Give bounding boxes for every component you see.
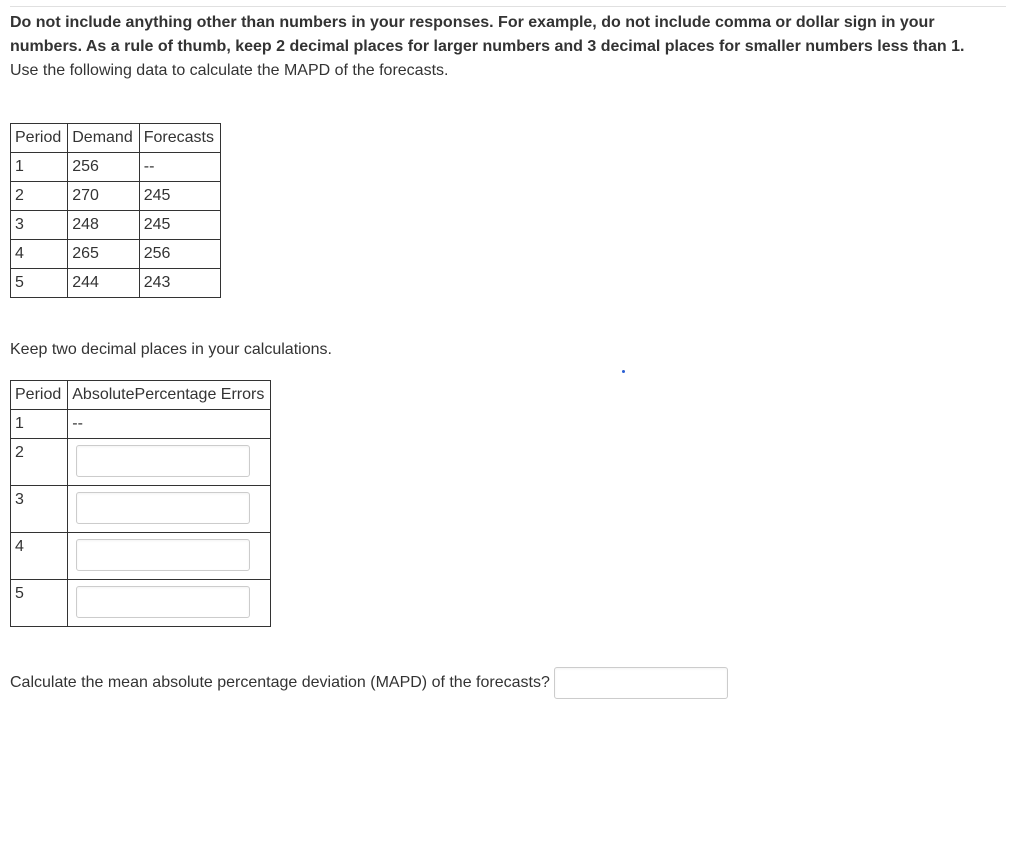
demand-forecast-table: Period Demand Forecasts 1 256 -- 2 270 2… <box>10 123 221 298</box>
table-row: 3 248 245 <box>11 211 221 240</box>
table-row: Period AbsolutePercentage Errors <box>11 381 271 410</box>
question-instructions: Do not include anything other than numbe… <box>10 6 1006 83</box>
mid-instruction: Keep two decimal places in your calculat… <box>10 338 1006 362</box>
instructions-bold: Do not include anything other than numbe… <box>10 14 964 55</box>
table-row: 5 <box>11 580 271 627</box>
cursor-dot <box>622 370 625 373</box>
instructions-normal: Use the following data to calculate the … <box>10 62 448 79</box>
final-question-text: Calculate the mean absolute percentage d… <box>10 671 550 695</box>
ape-input-period-3[interactable] <box>76 492 250 524</box>
table-row: 4 265 256 <box>11 240 221 269</box>
ape-input-table: Period AbsolutePercentage Errors 1 -- 2 … <box>10 380 271 627</box>
table-row: Period Demand Forecasts <box>11 124 221 153</box>
table-row: 4 <box>11 533 271 580</box>
col-header-demand: Demand <box>68 124 139 153</box>
mapd-answer-input[interactable] <box>554 667 728 699</box>
table-row: 2 <box>11 439 271 486</box>
col-header-period: Period <box>11 381 68 410</box>
col-header-ape: AbsolutePercentage Errors <box>68 381 271 410</box>
table-row: 5 244 243 <box>11 269 221 298</box>
table-row: 2 270 245 <box>11 182 221 211</box>
ape-input-period-2[interactable] <box>76 445 250 477</box>
col-header-period: Period <box>11 124 68 153</box>
ape-input-period-5[interactable] <box>76 586 250 618</box>
table-row: 3 <box>11 486 271 533</box>
table-row: 1 -- <box>11 410 271 439</box>
ape-input-period-4[interactable] <box>76 539 250 571</box>
table-row: 1 256 -- <box>11 153 221 182</box>
col-header-forecasts: Forecasts <box>139 124 220 153</box>
